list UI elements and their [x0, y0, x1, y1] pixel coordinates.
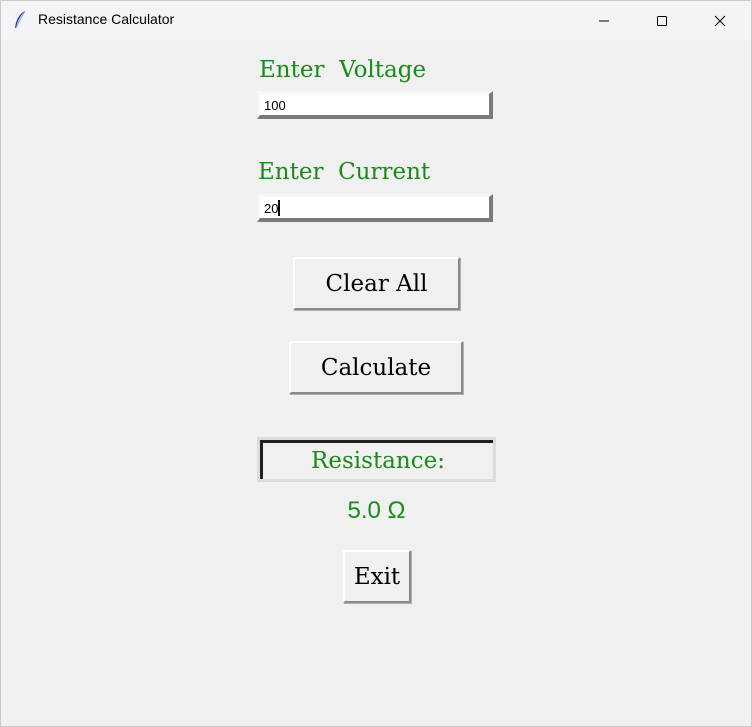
close-icon: [714, 15, 726, 26]
voltage-input[interactable]: 100: [257, 91, 493, 119]
window-title: Resistance Calculator: [38, 11, 175, 27]
minimize-button[interactable]: [575, 1, 633, 40]
close-button[interactable]: [691, 1, 749, 40]
current-input[interactable]: 20: [257, 194, 493, 222]
minimize-icon: [599, 20, 609, 21]
current-input-value: 20: [264, 201, 279, 216]
result-label-box: Resistance:: [257, 437, 496, 482]
exit-button[interactable]: Exit: [343, 550, 411, 603]
text-caret: [278, 200, 281, 216]
maximize-button[interactable]: [633, 1, 691, 40]
voltage-label: Enter Voltage: [259, 57, 427, 83]
resistance-label: Resistance:: [260, 440, 493, 479]
maximize-icon: [657, 15, 667, 26]
resistance-value: 5.0 Ω: [347, 497, 406, 524]
calculate-button[interactable]: Calculate: [289, 341, 463, 394]
current-label: Enter Current: [258, 159, 431, 185]
app-window: Resistance Calculator Enter Voltage 100 …: [0, 0, 752, 727]
feather-icon: [13, 10, 27, 30]
clear-all-button[interactable]: Clear All: [293, 257, 460, 310]
voltage-input-value: 100: [264, 98, 286, 113]
title-bar[interactable]: Resistance Calculator: [1, 1, 751, 40]
